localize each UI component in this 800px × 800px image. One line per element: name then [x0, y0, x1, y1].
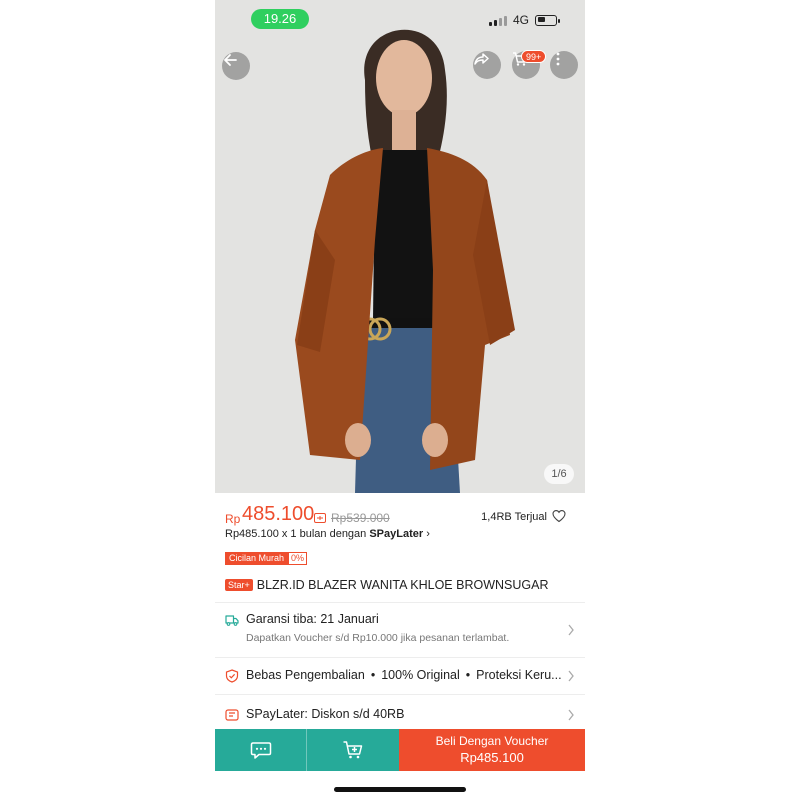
returns-text: Bebas Pengembalian • 100% Original • Proteks…: [246, 668, 564, 682]
price-original: Rp539.000: [331, 511, 390, 525]
star-plus-badge: Star+: [225, 579, 253, 591]
home-indicator[interactable]: [334, 787, 466, 792]
sold-count: 1,4RB Terjual: [481, 511, 547, 523]
add-to-cart-icon: [343, 741, 363, 759]
cicilan-badge: Cicilan Murah 0%: [225, 552, 308, 565]
buy-button-price: Rp485.100: [460, 750, 524, 765]
network-label: 4G: [512, 13, 529, 27]
cicilan-rate: 0%: [288, 552, 308, 565]
guarantee-title: Garansi tiba: 21 Januari: [246, 612, 379, 626]
heart-icon[interactable]: [552, 509, 566, 523]
share-icon: [474, 53, 489, 65]
arrow-left-icon: [224, 54, 237, 66]
returns-item-original: 100% Original: [381, 668, 460, 682]
status-time: 19.26: [251, 9, 309, 29]
price-current: 485.100: [242, 503, 315, 525]
divider: [215, 602, 585, 603]
product-page: 19.26 4G 99+ 1/6 Rp 485.100 Rp539.000 1,…: [215, 0, 585, 800]
signal-icon: [488, 15, 507, 26]
buy-button-label: Beli Dengan Voucher: [435, 734, 549, 748]
buy-with-voucher-button[interactable]: Beli Dengan Voucher Rp485.100: [399, 729, 585, 771]
divider: [215, 657, 585, 658]
chat-icon: [250, 742, 271, 759]
paylater-brand: SPayLater: [369, 528, 424, 540]
price-currency: Rp: [225, 512, 241, 526]
product-title-row: Star+ BLZR.ID BLAZER WANITA KHLOE BROWNS…: [225, 578, 548, 592]
chevron-right-icon: ›: [426, 528, 430, 540]
chat-button[interactable]: [215, 729, 307, 771]
cicilan-label: Cicilan Murah: [225, 552, 289, 565]
chevron-right-icon: [568, 709, 574, 721]
more-vertical-icon: [556, 52, 560, 66]
bullet-separator: •: [465, 668, 471, 682]
paylater-text: Rp485.100 x 1 bulan dengan: [225, 528, 370, 540]
bottom-action-bar: Beli Dengan Voucher Rp485.100: [215, 729, 585, 771]
spaylater-icon: [225, 709, 239, 721]
chevron-right-icon: [568, 670, 574, 682]
guarantee-subtitle: Dapatkan Voucher s/d Rp10.000 jika pesan…: [246, 632, 510, 644]
price-row: Rp 485.100 Rp539.000 1,4RB Terjual: [225, 503, 575, 527]
truck-icon: [225, 615, 239, 626]
divider: [215, 694, 585, 695]
gallery-page-indicator: 1/6: [544, 464, 574, 484]
returns-item-protection: Proteksi Keru...: [476, 668, 562, 682]
discount-tag-icon: [314, 513, 326, 523]
chevron-right-icon: [568, 624, 574, 636]
add-to-cart-button[interactable]: [307, 729, 399, 771]
more-options-button[interactable]: [550, 51, 578, 79]
battery-icon: [535, 14, 560, 26]
paylater-row[interactable]: Rp485.100 x 1 bulan dengan SPayLater ›: [225, 528, 430, 540]
returns-item-free-return: Bebas Pengembalian: [246, 668, 365, 682]
product-image-gallery[interactable]: 19.26 4G 99+ 1/6: [215, 0, 585, 493]
back-button[interactable]: [222, 52, 250, 80]
status-indicators: 4G: [488, 12, 560, 28]
returns-row[interactable]: Bebas Pengembalian • 100% Original • Proteks…: [225, 668, 577, 686]
spaylater-promo-text: SPayLater: Diskon s/d 40RB: [246, 707, 405, 721]
bullet-separator: •: [370, 668, 376, 682]
spaylater-promo-row[interactable]: SPayLater: Diskon s/d 40RB: [225, 707, 577, 725]
guarantee-row[interactable]: Garansi tiba: 21 Januari Dapatkan Vouche…: [225, 612, 577, 652]
share-button[interactable]: [473, 51, 501, 79]
product-title: BLZR.ID BLAZER WANITA KHLOE BROWNSUGAR: [256, 578, 549, 592]
cart-count-badge: 99+: [521, 50, 547, 63]
shield-check-icon: [225, 669, 239, 683]
